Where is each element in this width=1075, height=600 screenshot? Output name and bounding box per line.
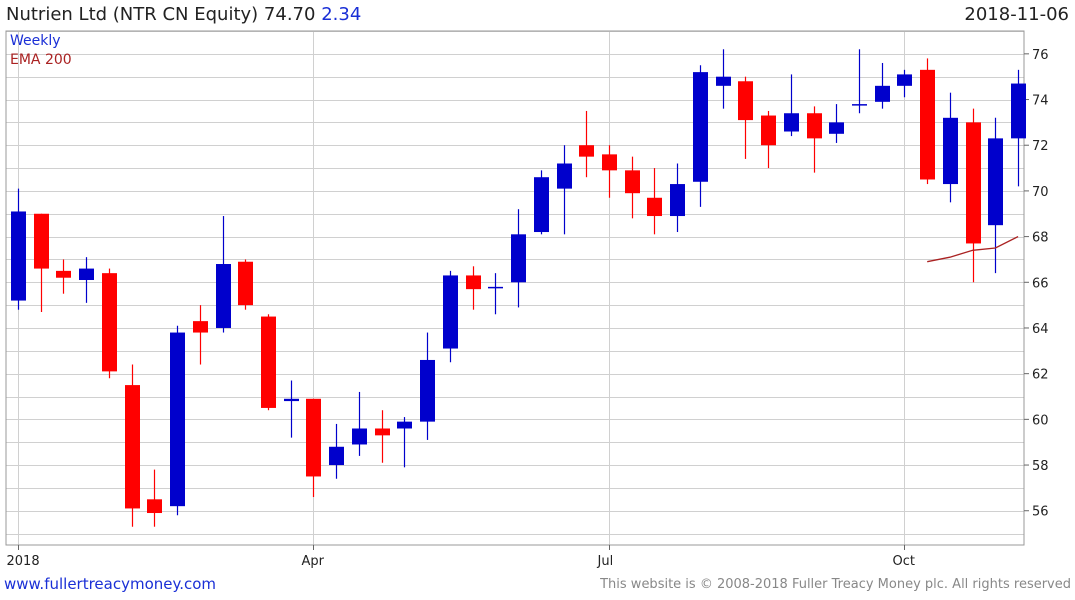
y-tick-label: 72	[1032, 139, 1049, 154]
candle-body	[807, 113, 822, 139]
candle-body	[897, 74, 912, 86]
candle-body	[693, 72, 708, 182]
y-tick-label: 64	[1032, 322, 1049, 337]
candle-body	[329, 446, 344, 466]
candle-body	[875, 85, 890, 102]
legend-entry: Weekly	[10, 33, 61, 49]
candle-body	[34, 213, 49, 269]
candle-body	[988, 138, 1003, 226]
y-tick-label: 62	[1032, 368, 1049, 383]
candle-body	[306, 398, 321, 477]
candle-body	[352, 428, 367, 445]
candle-body	[443, 275, 458, 349]
candle-body	[1011, 83, 1026, 139]
y-tick-label: 70	[1032, 185, 1049, 200]
candle-body	[557, 163, 572, 189]
candle-body	[670, 184, 685, 217]
candle-body	[488, 286, 503, 289]
website-link[interactable]: www.fullertreacymoney.com	[4, 575, 216, 593]
candle-body	[738, 81, 753, 121]
candle-body	[170, 332, 185, 507]
candle-body	[511, 234, 526, 283]
candle-body	[647, 197, 662, 217]
candle-body	[216, 264, 231, 328]
candle-body	[716, 76, 731, 86]
candle-body	[420, 359, 435, 422]
y-tick-label: 66	[1032, 276, 1049, 291]
candle-body	[11, 211, 26, 301]
candle-body	[943, 117, 958, 185]
x-tick-label: 2018	[7, 554, 40, 569]
candlestick-chart: 56 58 60 62 64 66 68 70 72 74 76 2018 Apr Jul Oct Week…	[5, 30, 1049, 569]
candles	[11, 49, 1026, 527]
candle-body	[784, 113, 799, 132]
candle-body	[56, 270, 71, 278]
x-tick-label: Oct	[893, 554, 915, 569]
legend: Weekly EMA 200	[10, 33, 72, 68]
copyright-notice: This website is © 2008-2018 Fuller Treac…	[600, 577, 1071, 592]
candle-body	[193, 321, 208, 333]
candle-body	[852, 104, 867, 106]
candle-body	[534, 177, 549, 233]
y-tick-label: 76	[1032, 48, 1049, 63]
grid-lines	[6, 31, 1024, 545]
candle-body	[966, 122, 981, 244]
candle-body	[625, 170, 640, 194]
candle-body	[261, 316, 276, 408]
candle-body	[79, 268, 94, 281]
candle-body	[466, 275, 481, 290]
candle-body	[761, 115, 776, 146]
y-tick-label: 56	[1032, 505, 1049, 520]
candle-body	[284, 398, 299, 402]
x-tick-label: Jul	[597, 554, 614, 569]
x-tick-label: Apr	[302, 554, 325, 569]
candle-body	[579, 145, 594, 157]
candle-body	[125, 385, 140, 509]
candle-body	[375, 428, 390, 436]
candle-body	[238, 261, 253, 306]
legend-entry: EMA 200	[10, 52, 72, 68]
y-tick-label: 68	[1032, 231, 1049, 246]
y-tick-label: 60	[1032, 413, 1049, 428]
candle-body	[602, 154, 617, 171]
y-tick-label: 58	[1032, 459, 1049, 474]
candle-body	[829, 122, 844, 134]
candle-body	[147, 499, 162, 514]
y-tick-label: 74	[1032, 94, 1049, 109]
plot-border	[5, 30, 1025, 546]
candle-body	[920, 69, 935, 180]
candle-body	[397, 421, 412, 429]
candle-body	[102, 273, 117, 372]
